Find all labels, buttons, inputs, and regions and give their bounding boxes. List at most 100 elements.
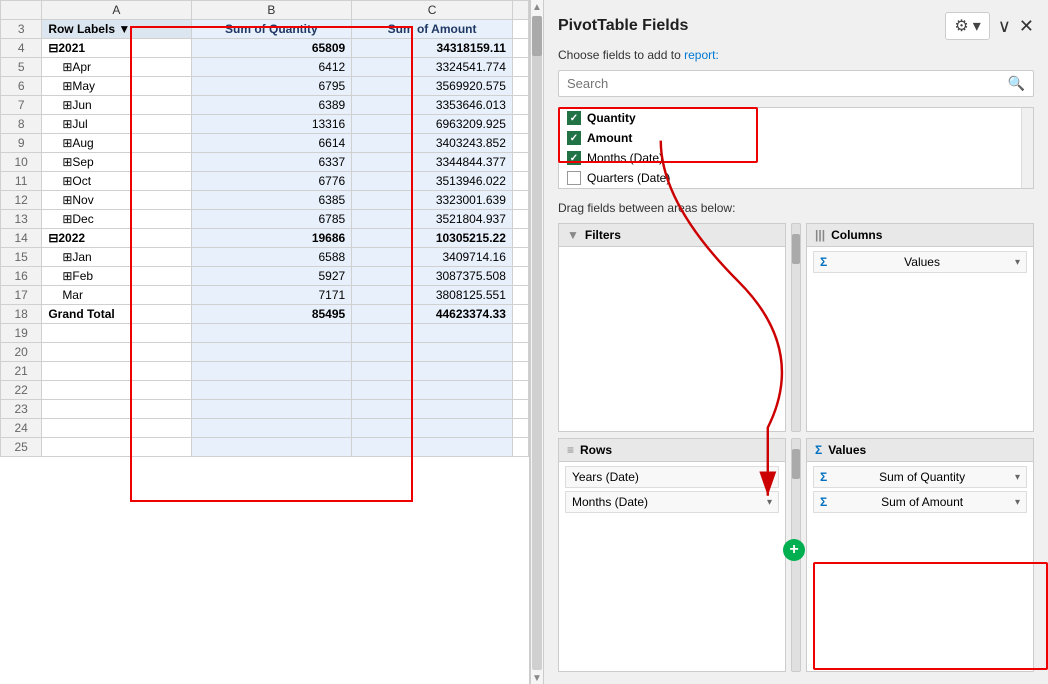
search-box[interactable]: 🔍 (558, 70, 1034, 97)
rows-header: ≡ Rows (559, 439, 785, 462)
field-item[interactable]: Amount (559, 128, 1033, 148)
chevron-down-icon: ▾ (767, 497, 772, 508)
mini-scrollbar-2[interactable] (791, 438, 801, 672)
col-header-b[interactable]: B (191, 1, 352, 20)
sheet-scrollbar[interactable]: ▲ ▼ (530, 0, 544, 684)
cell-amt: 3569920.575 (352, 77, 513, 96)
row-num-16: 16 (1, 267, 42, 286)
cell-amt (352, 400, 513, 419)
cell-qty: 6614 (191, 134, 352, 153)
table-row: 6⊞May67953569920.575 (1, 77, 529, 96)
spacer (512, 210, 528, 229)
table-row: 25 (1, 438, 529, 457)
sigma-icon: Σ (820, 470, 827, 484)
cell-qty: 13316 (191, 115, 352, 134)
spacer (512, 20, 528, 39)
spacer (512, 305, 528, 324)
search-input[interactable] (567, 76, 1008, 91)
col-header-c[interactable]: C (352, 1, 513, 20)
spacer (512, 324, 528, 343)
col-header-a[interactable]: A (42, 1, 191, 20)
row-num-21: 21 (1, 362, 42, 381)
cell-amt: 3521804.937 (352, 210, 513, 229)
filters-label: Filters (585, 228, 621, 242)
cell-amt: 6963209.925 (352, 115, 513, 134)
mini-scrollbar[interactable] (791, 223, 801, 432)
table-row: 18Grand Total8549544623374.33 (1, 305, 529, 324)
pivot-title: PivotTable Fields (558, 17, 688, 35)
spacer (512, 400, 528, 419)
field-label: Quantity (587, 111, 636, 125)
rows-body: Years (Date)▾Months (Date)▾ (559, 462, 785, 671)
spacer (512, 381, 528, 400)
rows-area: ≡ Rows Years (Date)▾Months (Date)▾ (558, 438, 786, 672)
cell-label (42, 400, 191, 419)
cell-qty: 65809 (191, 39, 352, 58)
columns-values-item[interactable]: Σ Values ▾ (813, 251, 1027, 273)
field-checkbox[interactable] (567, 171, 581, 185)
cell-qty: 7171 (191, 286, 352, 305)
cell-label: ⊟2022 (42, 229, 191, 248)
table-row: 10⊞Sep63373344844.377 (1, 153, 529, 172)
rows-drag-item[interactable]: Months (Date)▾ (565, 491, 779, 513)
spacer (512, 77, 528, 96)
close-icon[interactable]: ✕ (1019, 16, 1034, 37)
row-num-10: 10 (1, 153, 42, 172)
cell-label (42, 343, 191, 362)
columns-icon: ||| (815, 228, 825, 242)
values-drag-item[interactable]: ΣSum of Quantity▾ (813, 466, 1027, 488)
chevron-down-icon: ▾ (1015, 497, 1020, 508)
collapse-icon[interactable]: ∨ (998, 16, 1011, 37)
filter-icon: ▼ (567, 228, 579, 242)
cell-label: ⊞Oct (42, 172, 191, 191)
cell-qty (191, 324, 352, 343)
table-row: 4⊟20216580934318159.11 (1, 39, 529, 58)
table-row: 9⊞Aug66143403243.852 (1, 134, 529, 153)
cell-qty (191, 400, 352, 419)
field-item[interactable]: Quarters (Date) (559, 168, 1033, 188)
cell-amt (352, 324, 513, 343)
spacer (512, 39, 528, 58)
row-num-15: 15 (1, 248, 42, 267)
table-row: 15⊞Jan65883409714.16 (1, 248, 529, 267)
field-list-scrollbar[interactable] (1021, 108, 1033, 188)
field-item[interactable]: Quantity (559, 108, 1033, 128)
cell-amt: 3403243.852 (352, 134, 513, 153)
cell-label: Mar (42, 286, 191, 305)
field-list: Quantity AmountMonths (Date)Quarters (Dat… (558, 107, 1034, 189)
row-num-6: 6 (1, 77, 42, 96)
rows-drag-item[interactable]: Years (Date)▾ (565, 466, 779, 488)
filters-body[interactable] (559, 247, 785, 431)
rows-label: Rows (580, 443, 612, 457)
columns-area: ||| Columns Σ Values ▾ (806, 223, 1034, 432)
cell-label: ⊟2021 (42, 39, 191, 58)
columns-label: Columns (831, 228, 882, 242)
table-row: 17Mar71713808125.551 (1, 286, 529, 305)
corner-cell (1, 1, 42, 20)
sheet-table: A B C 3 Row Labels ▼ Sum of Quantity Sum… (0, 0, 529, 457)
pivot-subtitle: Choose fields to add to report: (558, 48, 1034, 62)
field-checkbox[interactable] (567, 111, 581, 125)
cell-qty: 5927 (191, 267, 352, 286)
row-num-3: 3 (1, 20, 42, 39)
report-link[interactable]: report: (684, 48, 719, 62)
spacer (512, 438, 528, 457)
field-checkbox[interactable] (567, 151, 581, 165)
cell-amt: 3808125.551 (352, 286, 513, 305)
cell-label: ⊞Sep (42, 153, 191, 172)
field-checkbox[interactable] (567, 131, 581, 145)
spreadsheet-area: A B C 3 Row Labels ▼ Sum of Quantity Sum… (0, 0, 530, 684)
table-row: 5⊞Apr64123324541.774 (1, 58, 529, 77)
scroll-corner (512, 1, 528, 20)
values-label: Values (828, 443, 866, 457)
col-header-row: A B C (1, 1, 529, 20)
values-drag-item[interactable]: ΣSum of Amount▾ (813, 491, 1027, 513)
row-num-14: 14 (1, 229, 42, 248)
gear-button[interactable]: ⚙ ▾ (945, 12, 989, 40)
field-item[interactable]: Months (Date) (559, 148, 1033, 168)
rows-item-label: Years (Date) (572, 470, 639, 484)
cell-qty: 85495 (191, 305, 352, 324)
cell-qty: 6389 (191, 96, 352, 115)
cell-amt: 10305215.22 (352, 229, 513, 248)
cell-label: ⊞Jan (42, 248, 191, 267)
